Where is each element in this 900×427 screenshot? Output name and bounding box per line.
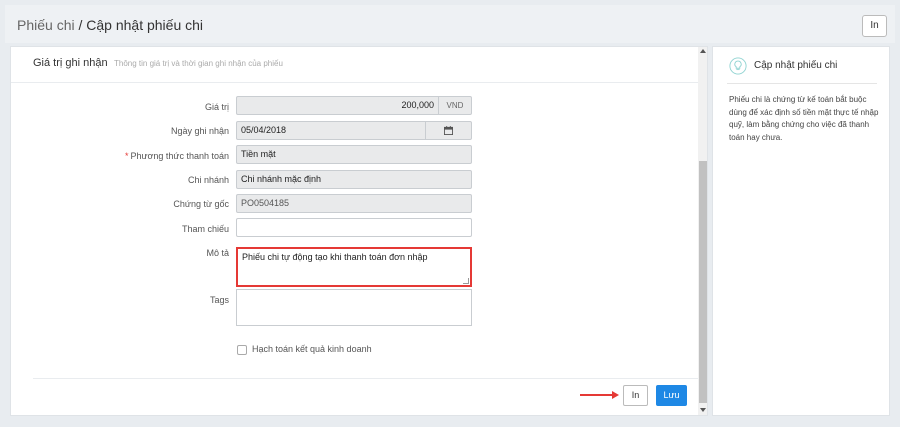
header-print-button[interactable]: In [862, 15, 887, 37]
calendar-icon[interactable] [425, 122, 471, 139]
footer-divider [33, 378, 698, 379]
tags-input[interactable] [236, 289, 472, 326]
print-button[interactable]: In [623, 385, 648, 406]
arrow-right-icon [580, 391, 620, 399]
accounting-label: Hạch toán kết quả kinh doanh [252, 344, 372, 354]
description-textarea[interactable]: Phiếu chi tự động tạo khi thanh toán đơn… [236, 247, 472, 287]
source-value: PO0504185 [241, 198, 290, 208]
help-divider [727, 83, 877, 84]
page-header: Phiếu chi / Cập nhật phiếu chi In [5, 5, 895, 43]
scroll-up-icon[interactable] [700, 49, 706, 53]
scrollbar[interactable] [698, 47, 707, 415]
method-label: * Phương thức thanh toán [124, 151, 229, 161]
resize-handle[interactable] [463, 278, 469, 284]
section-subtitle: Thông tin giá trị và thời gian ghi nhận … [114, 59, 283, 68]
breadcrumb-parent[interactable]: Phiếu chi [17, 17, 75, 33]
breadcrumb-separator: / [74, 17, 87, 33]
breadcrumb-current: Cập nhật phiếu chi [86, 17, 204, 33]
method-value: Tiền mặt [241, 149, 276, 159]
scrollbar-thumb[interactable] [699, 161, 707, 403]
form-panel: Giá trị ghi nhận Thông tin giá trị và th… [10, 46, 708, 416]
save-button[interactable]: Lưu [656, 385, 687, 406]
branch-field: Chi nhánh mặc định [236, 170, 472, 189]
date-value: 05/04/2018 [241, 125, 287, 135]
source-label: Chứng từ gốc [173, 199, 229, 209]
reference-input[interactable] [236, 218, 472, 237]
branch-label: Chi nhánh [187, 175, 229, 185]
value-field: 200,000 VND [236, 96, 472, 115]
source-field: PO0504185 [236, 194, 472, 213]
method-field: Tiền mặt [236, 145, 472, 164]
help-description: Phiếu chi là chứng từ kế toán bắt buộc d… [729, 95, 879, 142]
help-title: Cập nhật phiếu chi [754, 60, 838, 71]
required-marker: * [124, 151, 129, 161]
description-label: Mô tả [206, 248, 229, 258]
section-title: Giá trị ghi nhận [33, 57, 108, 69]
description-value: Phiếu chi tự động tạo khi thanh toán đơn… [242, 252, 428, 262]
accounting-checkbox[interactable] [237, 344, 247, 355]
lightbulb-icon [729, 57, 747, 75]
currency-addon: VND [438, 97, 471, 114]
breadcrumb: Phiếu chi / Cập nhật phiếu chi [17, 17, 203, 33]
tags-label: Tags [209, 295, 229, 305]
reference-label: Tham chiếu [181, 224, 229, 234]
accounting-checkbox-row[interactable]: Hạch toán kết quả kinh doanh [237, 344, 372, 355]
branch-value: Chi nhánh mặc định [241, 174, 322, 184]
value-label: Giá trị [204, 102, 229, 112]
section-header: Giá trị ghi nhận Thông tin giá trị và th… [11, 47, 698, 83]
date-field[interactable]: 05/04/2018 [236, 121, 472, 140]
scroll-down-icon[interactable] [700, 408, 706, 412]
date-label: Ngày ghi nhận [170, 126, 229, 136]
help-panel: Cập nhật phiếu chi Phiếu chi là chứng từ… [712, 46, 890, 416]
value-amount: 200,000 [401, 100, 434, 110]
